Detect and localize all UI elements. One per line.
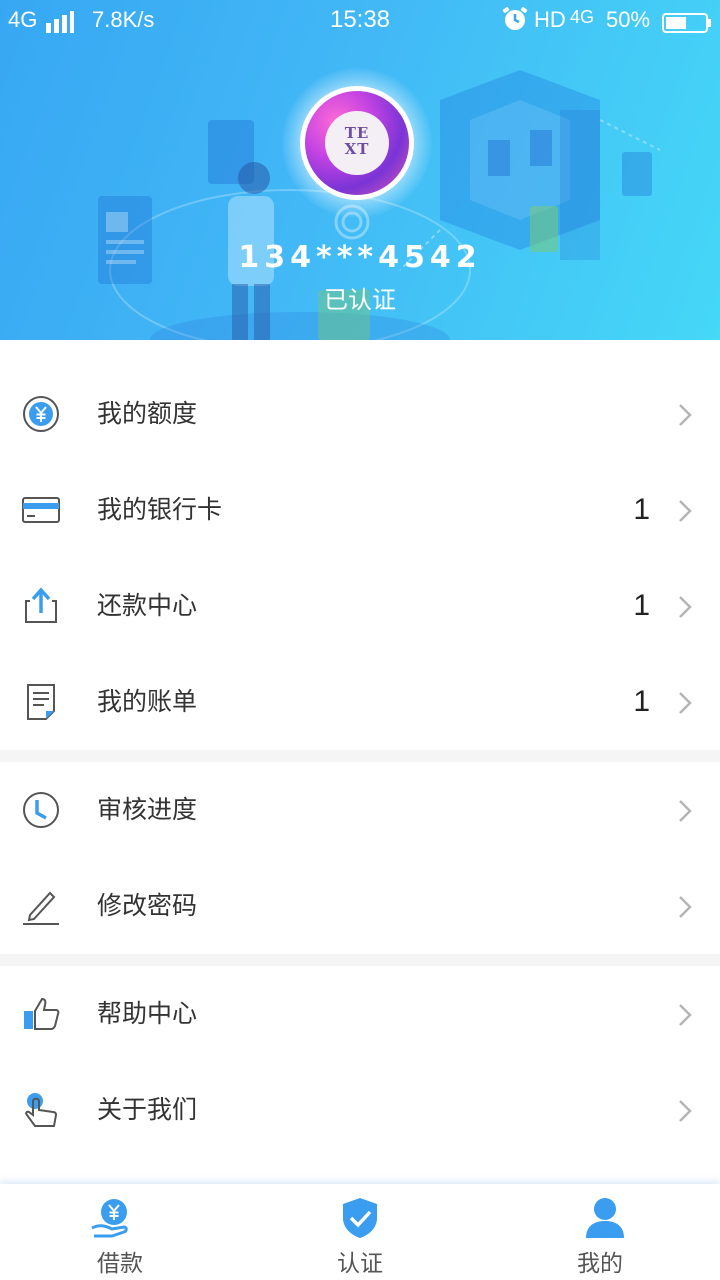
chevron-right-icon — [679, 500, 692, 522]
chevron-right-icon — [679, 404, 692, 426]
menu-item-label: 审核进度 — [97, 795, 198, 824]
bank-card-icon — [22, 497, 60, 523]
tab-label: 认证 — [337, 1251, 383, 1277]
status-bar: 4G 7.8K/s 15:38 HD 4G 50% — [0, 0, 720, 40]
verification-status: 已认证 — [324, 286, 396, 314]
alarm-icon — [502, 7, 528, 30]
menu-item-about-us[interactable]: 关于我们 — [0, 1062, 720, 1158]
bill-icon — [27, 684, 55, 720]
avatar-logo: TE XT — [325, 111, 389, 175]
menu-item-label: 修改密码 — [97, 891, 198, 920]
section-divider — [0, 954, 720, 966]
tab-mine[interactable]: 我的 — [480, 1184, 720, 1280]
upload-icon — [25, 587, 57, 623]
profile-header: 4G 7.8K/s 15:38 HD 4G 50% TE XT 134***45… — [0, 0, 720, 340]
menu-item-label: 关于我们 — [97, 1095, 198, 1124]
menu-item-repayment-center[interactable]: 还款中心 1 — [0, 558, 720, 654]
battery-percent: 50% — [606, 7, 651, 32]
menu-item-my-bills[interactable]: 我的账单 1 — [0, 654, 720, 750]
tab-label: 借款 — [97, 1251, 143, 1277]
thumbs-up-icon — [24, 997, 60, 1030]
menu-item-label: 帮助中心 — [97, 999, 198, 1028]
bottom-tab-bar: 借款 认证 我的 — [0, 1184, 720, 1280]
menu-item-count: 1 — [633, 589, 650, 622]
menu-list: 我的额度 我的银行卡 1 还款中心 1 我的账单 1 审核进度 修改密码 帮助中… — [0, 340, 720, 1258]
yen-circle-icon — [23, 396, 59, 432]
avatar-logo-text: TE XT — [344, 124, 370, 158]
hand-pointer-icon — [25, 1093, 58, 1127]
tab-certification[interactable]: 认证 — [240, 1184, 480, 1280]
chevron-right-icon — [679, 896, 692, 918]
battery-icon — [662, 13, 711, 33]
menu-item-change-password[interactable]: 修改密码 — [0, 858, 720, 954]
menu-item-label: 还款中心 — [97, 591, 198, 620]
hd-indicator: HD — [534, 7, 566, 32]
tab-loan[interactable]: 借款 — [0, 1184, 240, 1280]
menu-item-bank-card[interactable]: 我的银行卡 1 — [0, 462, 720, 558]
section-divider — [0, 750, 720, 762]
menu-item-credit-limit[interactable]: 我的额度 — [0, 366, 720, 462]
user-icon — [586, 1198, 624, 1238]
menu-item-review-progress[interactable]: 审核进度 — [0, 762, 720, 858]
tab-label: 我的 — [577, 1251, 623, 1277]
network-type-2: 4G — [570, 7, 595, 27]
shield-check-icon — [343, 1198, 377, 1238]
loan-yen-icon — [91, 1199, 128, 1238]
phone-number: 134***4542 — [238, 240, 482, 275]
chevron-right-icon — [679, 1004, 692, 1026]
chevron-right-icon — [679, 800, 692, 822]
menu-item-label: 我的账单 — [97, 687, 198, 716]
menu-item-help-center[interactable]: 帮助中心 — [0, 966, 720, 1062]
menu-item-count: 1 — [633, 685, 650, 718]
menu-item-count: 1 — [633, 493, 650, 526]
chevron-right-icon — [679, 596, 692, 618]
chevron-right-icon — [679, 692, 692, 714]
menu-item-label: 我的额度 — [97, 399, 198, 428]
pencil-icon — [23, 891, 59, 925]
menu-item-label: 我的银行卡 — [97, 495, 223, 524]
avatar[interactable]: TE XT — [300, 86, 414, 200]
chevron-right-icon — [679, 1100, 692, 1122]
clock-icon — [23, 792, 59, 828]
